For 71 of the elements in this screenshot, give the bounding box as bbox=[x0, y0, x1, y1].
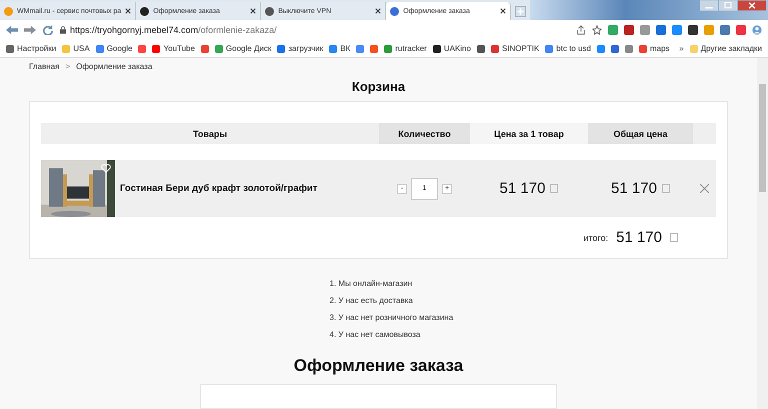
total-label: итого: bbox=[583, 232, 608, 242]
list-item: У нас есть доставка bbox=[338, 296, 413, 305]
bookmark[interactable]: Настройки bbox=[6, 44, 56, 53]
close-icon[interactable] bbox=[125, 8, 132, 14]
unit-price: 51 170 bbox=[500, 180, 546, 197]
minimize-icon[interactable] bbox=[700, 0, 718, 11]
breadcrumb-separator: > bbox=[65, 62, 70, 71]
bookmark-favicon-icon bbox=[62, 44, 70, 52]
list-number: 3. bbox=[330, 313, 336, 322]
bookmark[interactable]: btc to usd bbox=[545, 44, 591, 53]
bookmark[interactable] bbox=[138, 44, 146, 52]
tab-favicon-icon bbox=[390, 6, 400, 16]
bookmark[interactable]: Google Диск bbox=[214, 44, 272, 53]
bookmark-favicon-icon bbox=[96, 44, 104, 52]
order-title: Оформление заказа bbox=[294, 356, 464, 376]
back-icon[interactable] bbox=[6, 25, 18, 35]
column-header: Товары bbox=[192, 128, 228, 141]
column-header: Количество bbox=[379, 123, 470, 144]
heart-icon[interactable] bbox=[101, 164, 111, 173]
breadcrumb-link[interactable]: Оформление заказа bbox=[76, 62, 152, 71]
tab-favicon-icon bbox=[140, 6, 150, 16]
profile-avatar-icon[interactable] bbox=[752, 25, 762, 35]
missing-glyph-icon bbox=[550, 184, 558, 193]
remove-icon[interactable] bbox=[700, 184, 709, 193]
bookmark[interactable]: SINOPTIK bbox=[490, 44, 540, 53]
list-number: 2. bbox=[330, 296, 336, 305]
new-tab-icon[interactable] bbox=[515, 6, 526, 17]
bookmark[interactable]: Google bbox=[96, 44, 132, 53]
bookmark[interactable]: maps bbox=[638, 44, 670, 53]
breadcrumb-link[interactable]: Главная bbox=[29, 62, 60, 71]
bookmark-favicon-icon bbox=[432, 44, 441, 52]
column-header: Цена за 1 товар bbox=[470, 123, 588, 144]
cart-title: Корзина bbox=[352, 79, 406, 94]
more-bookmarks-button[interactable]: » bbox=[679, 44, 684, 53]
tab-favicon-icon bbox=[4, 6, 13, 16]
tab-favicon-icon bbox=[265, 6, 274, 16]
reload-icon[interactable] bbox=[42, 25, 54, 35]
total-amount: 51 170 bbox=[616, 229, 662, 246]
bookmark[interactable]: rutracker bbox=[384, 44, 427, 53]
maximize-icon[interactable] bbox=[719, 0, 737, 11]
bookmark[interactable]: USA bbox=[62, 44, 90, 53]
close-icon[interactable] bbox=[500, 8, 506, 14]
star-icon[interactable] bbox=[592, 25, 602, 35]
close-icon[interactable] bbox=[250, 8, 256, 14]
bookmark-folder[interactable]: Другие закладки bbox=[690, 44, 762, 53]
product-name[interactable]: Гостиная Бери дуб крафт золотой/графит bbox=[120, 183, 318, 194]
close-icon[interactable] bbox=[375, 8, 382, 14]
bookmark[interactable]: ВК bbox=[329, 44, 350, 53]
missing-glyph-icon bbox=[670, 233, 678, 242]
missing-glyph-icon bbox=[662, 184, 670, 193]
scrollbar[interactable] bbox=[757, 58, 768, 409]
line-total: 51 170 bbox=[611, 180, 657, 197]
list-number: 4. bbox=[330, 330, 336, 339]
column-header: Общая цена bbox=[588, 123, 693, 144]
bookmark-favicon-icon bbox=[545, 44, 554, 52]
forward-icon[interactable] bbox=[24, 25, 36, 35]
bookmark[interactable]: загрузчик bbox=[277, 44, 324, 53]
bookmark-favicon-icon bbox=[329, 44, 338, 52]
list-item: Мы онлайн-магазин bbox=[338, 279, 412, 288]
bookmark[interactable] bbox=[200, 44, 209, 52]
bookmark[interactable]: UAKino bbox=[432, 44, 471, 53]
list-item: У нас нет самовывоза bbox=[338, 330, 420, 339]
share-icon[interactable] bbox=[576, 25, 586, 35]
folder-icon bbox=[690, 44, 698, 52]
bookmark-favicon-icon bbox=[277, 44, 286, 52]
lock-icon bbox=[60, 26, 66, 34]
list-number: 1. bbox=[330, 279, 336, 288]
bookmark-favicon-icon bbox=[6, 44, 14, 52]
list-item: У нас нет розничного магазина bbox=[338, 313, 454, 322]
bookmark[interactable] bbox=[476, 44, 485, 52]
bookmark[interactable]: YouTube bbox=[152, 44, 195, 53]
